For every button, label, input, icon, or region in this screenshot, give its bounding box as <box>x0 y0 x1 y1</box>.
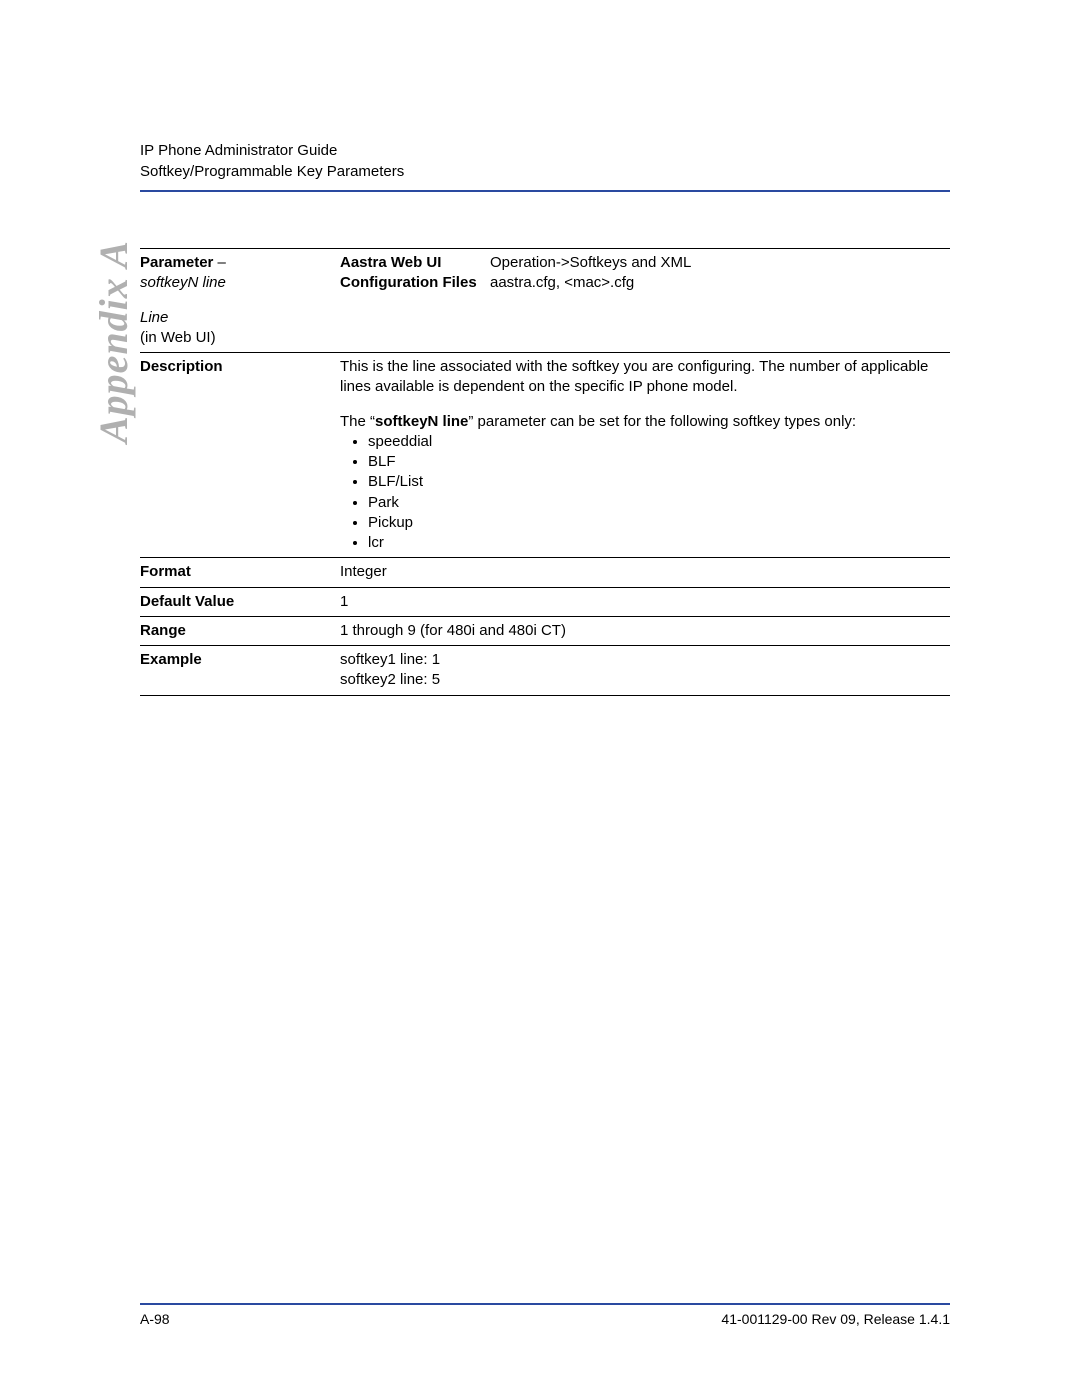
bullet-item: Pickup <box>368 513 944 533</box>
range-value: 1 through 9 (for 480i and 480i CT) <box>340 616 950 645</box>
description-label: Description <box>140 353 340 558</box>
web-ui-key: Aastra Web UI <box>340 254 441 271</box>
example-value-2: softkey2 line: 5 <box>340 670 944 690</box>
format-value: Integer <box>340 558 950 587</box>
desc2-bold: softkeyN line <box>375 413 468 430</box>
document-page: IP Phone Administrator Guide Softkey/Pro… <box>0 0 1080 1397</box>
parameter-name: softkeyN line <box>140 274 226 291</box>
description-paragraph-1: This is the line associated with the sof… <box>340 357 944 398</box>
guide-title: IP Phone Administrator Guide <box>140 140 950 161</box>
web-ui-value: Operation->Softkeys and XML <box>490 254 691 271</box>
page-header: IP Phone Administrator Guide Softkey/Pro… <box>140 140 950 182</box>
bullet-item: BLF/List <box>368 472 944 492</box>
page-footer: A-98 41-001129-00 Rev 09, Release 1.4.1 <box>140 1303 950 1327</box>
row-range: Range 1 through 9 (for 480i and 480i CT) <box>140 616 950 645</box>
bullet-item: BLF <box>368 452 944 472</box>
default-label: Default Value <box>140 587 340 616</box>
parameter-webui-line: Line <box>140 309 168 326</box>
description-bullets: speeddial BLF BLF/List Park Pickup lcr <box>340 432 944 554</box>
default-value: 1 <box>340 587 950 616</box>
range-label: Range <box>140 616 340 645</box>
parameter-label: Parameter <box>140 254 213 271</box>
section-title: Softkey/Programmable Key Parameters <box>140 161 950 182</box>
example-value-1: softkey1 line: 1 <box>340 650 944 670</box>
bullet-item: lcr <box>368 533 944 553</box>
row-description: Description This is the line associated … <box>140 353 950 558</box>
row-default: Default Value 1 <box>140 587 950 616</box>
parameter-table: Parameter – softkeyN line Line (in Web U… <box>140 248 950 696</box>
config-files-value: aastra.cfg, <mac>.cfg <box>490 274 634 291</box>
header-rule <box>140 190 950 192</box>
desc2-post: ” parameter can be set for the following… <box>468 413 856 430</box>
footer-rule <box>140 1303 950 1305</box>
bullet-item: speeddial <box>368 432 944 452</box>
row-example: Example softkey1 line: 1 softkey2 line: … <box>140 646 950 696</box>
desc2-pre: The “ <box>340 413 375 430</box>
row-format: Format Integer <box>140 558 950 587</box>
bullet-item: Park <box>368 493 944 513</box>
footer-page-number: A-98 <box>140 1311 170 1327</box>
example-label: Example <box>140 646 340 696</box>
format-label: Format <box>140 558 340 587</box>
appendix-side-label: Appendix A <box>90 240 137 443</box>
parameter-dash: – <box>213 254 226 271</box>
row-parameter: Parameter – softkeyN line Line (in Web U… <box>140 249 950 353</box>
description-paragraph-2: The “softkeyN line” parameter can be set… <box>340 412 944 432</box>
config-files-key: Configuration Files <box>340 274 477 291</box>
footer-revision: 41-001129-00 Rev 09, Release 1.4.1 <box>721 1311 950 1327</box>
parameter-webui-note: (in Web UI) <box>140 329 216 346</box>
